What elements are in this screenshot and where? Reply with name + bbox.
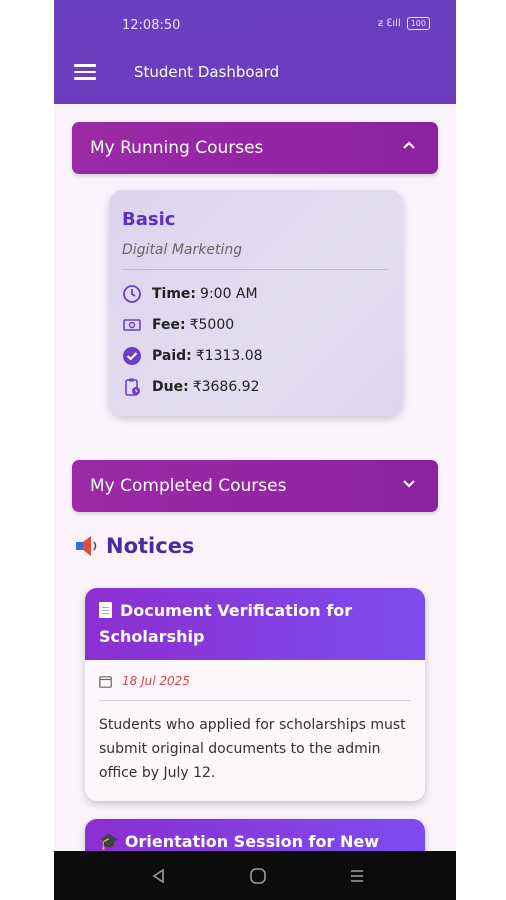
document-icon bbox=[99, 602, 112, 618]
notice-title: Document Verification for Scholarship bbox=[99, 601, 353, 646]
course-level: Basic bbox=[122, 209, 176, 230]
phone-screen: 12:08:50 ƶ ℇıll 100 Student Dashboard My… bbox=[54, 0, 456, 900]
back-icon[interactable] bbox=[150, 867, 168, 885]
check-circle-icon bbox=[123, 347, 141, 365]
chevron-down-icon bbox=[403, 480, 415, 488]
running-courses-label: My Running Courses bbox=[90, 138, 264, 158]
signal-icon: ƶ ℇıll bbox=[377, 18, 401, 29]
system-nav-bar bbox=[54, 851, 456, 900]
notice-header: Document Verification for Scholarship bbox=[85, 588, 425, 660]
time-value: 9:00 AM bbox=[200, 286, 258, 302]
time-label: Time: bbox=[152, 286, 197, 302]
paid-row: Paid: ₹1313.08 bbox=[122, 346, 263, 366]
notice-body: Students who applied for scholarships mu… bbox=[99, 717, 406, 781]
clock-icon bbox=[123, 285, 141, 303]
due-value: ₹3686.92 bbox=[192, 379, 260, 395]
divider bbox=[122, 269, 388, 270]
battery-icon: 100 bbox=[406, 17, 430, 30]
notices-heading: Notices bbox=[72, 533, 194, 559]
recents-icon[interactable] bbox=[348, 867, 366, 885]
notice-date-row: 18 Jul 2025 bbox=[85, 660, 425, 688]
course-name: Digital Marketing bbox=[122, 242, 243, 258]
app-title: Student Dashboard bbox=[134, 63, 280, 81]
fee-label: Fee: bbox=[152, 317, 186, 333]
course-card[interactable]: Basic Digital Marketing Time: 9:00 AM Fe… bbox=[109, 190, 403, 416]
notice-title: Orientation Session for New bbox=[124, 832, 379, 851]
menu-icon bbox=[74, 64, 96, 67]
paid-value: ₹1313.08 bbox=[195, 348, 263, 364]
time-row: Time: 9:00 AM bbox=[122, 284, 258, 304]
due-row: Due: ₹3686.92 bbox=[122, 377, 260, 397]
menu-button[interactable] bbox=[74, 64, 96, 80]
notice-card[interactable]: Document Verification for Scholarship 18… bbox=[85, 588, 425, 801]
home-icon[interactable] bbox=[249, 867, 267, 885]
notice-date: 18 Jul 2025 bbox=[122, 674, 190, 688]
running-courses-header[interactable]: My Running Courses bbox=[72, 122, 438, 174]
completed-courses-label: My Completed Courses bbox=[90, 476, 287, 496]
megaphone-icon bbox=[76, 536, 97, 556]
app-bar: 12:08:50 ƶ ℇıll 100 Student Dashboard bbox=[54, 0, 456, 104]
money-icon bbox=[123, 319, 141, 331]
calendar-icon bbox=[99, 675, 112, 688]
paid-label: Paid: bbox=[152, 348, 192, 364]
fee-row: Fee: ₹5000 bbox=[122, 315, 234, 335]
status-icons: ƶ ℇıll 100 bbox=[378, 17, 430, 30]
pending-clipboard-icon bbox=[125, 378, 140, 396]
notices-title: Notices bbox=[106, 534, 195, 558]
fee-value: ₹5000 bbox=[189, 317, 235, 333]
status-time: 12:08:50 bbox=[122, 18, 181, 33]
completed-courses-header[interactable]: My Completed Courses bbox=[72, 460, 438, 512]
due-label: Due: bbox=[152, 379, 189, 395]
chevron-up-icon bbox=[403, 141, 415, 149]
